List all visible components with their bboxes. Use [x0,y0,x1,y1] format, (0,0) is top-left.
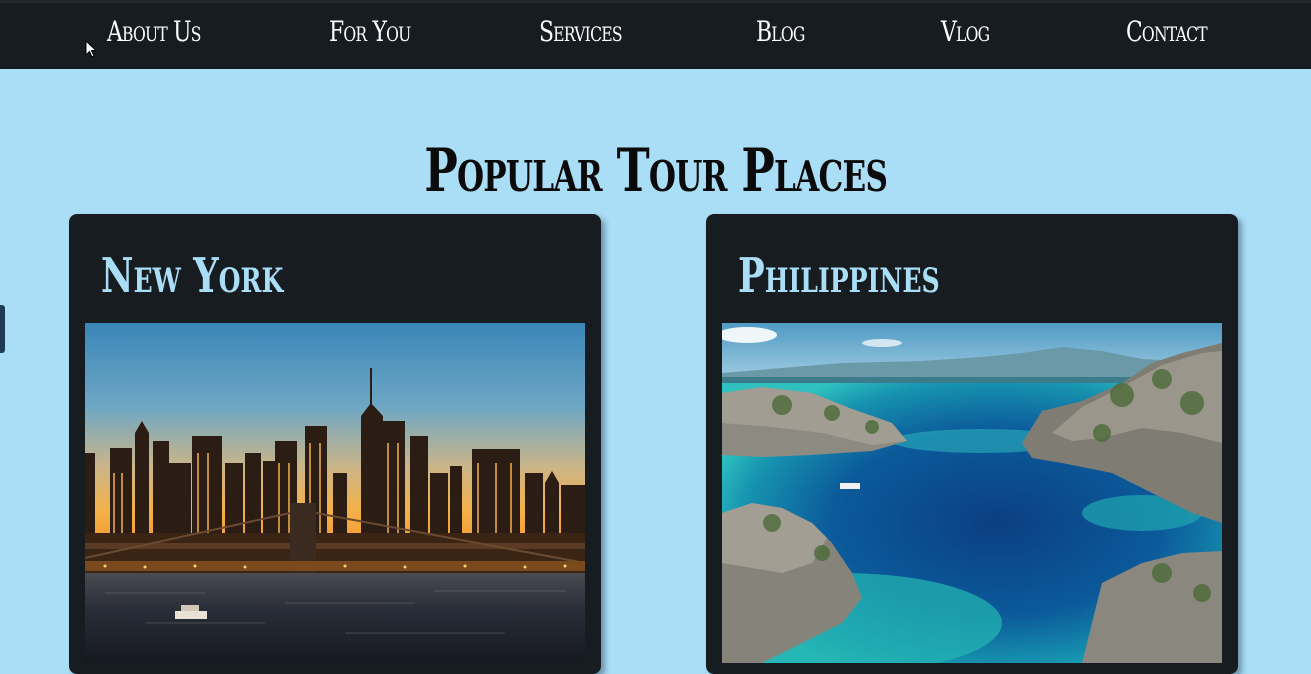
nav-about-us[interactable]: About Us [107,15,201,48]
nav-vlog[interactable]: Vlog [941,15,990,48]
page-title: Popular Tour Places [424,136,888,207]
mouse-cursor-icon [85,40,98,58]
card-title: New York [101,248,284,304]
side-feedback-tab[interactable] [0,305,5,353]
tour-card-philippines[interactable]: Philippines [706,214,1238,674]
nav-blog[interactable]: Blog [756,15,805,48]
tour-card-new-york[interactable]: New York [69,214,601,674]
nav-for-you[interactable]: For You [329,15,411,48]
nav-services[interactable]: Services [539,15,623,48]
new-york-skyline-image [85,323,585,663]
card-title: Philippines [738,248,940,304]
nav-contact[interactable]: Contact [1126,15,1208,48]
philippines-lagoon-image [722,323,1222,663]
top-navbar: About Us For You Services Blog Vlog Cont… [0,0,1311,69]
